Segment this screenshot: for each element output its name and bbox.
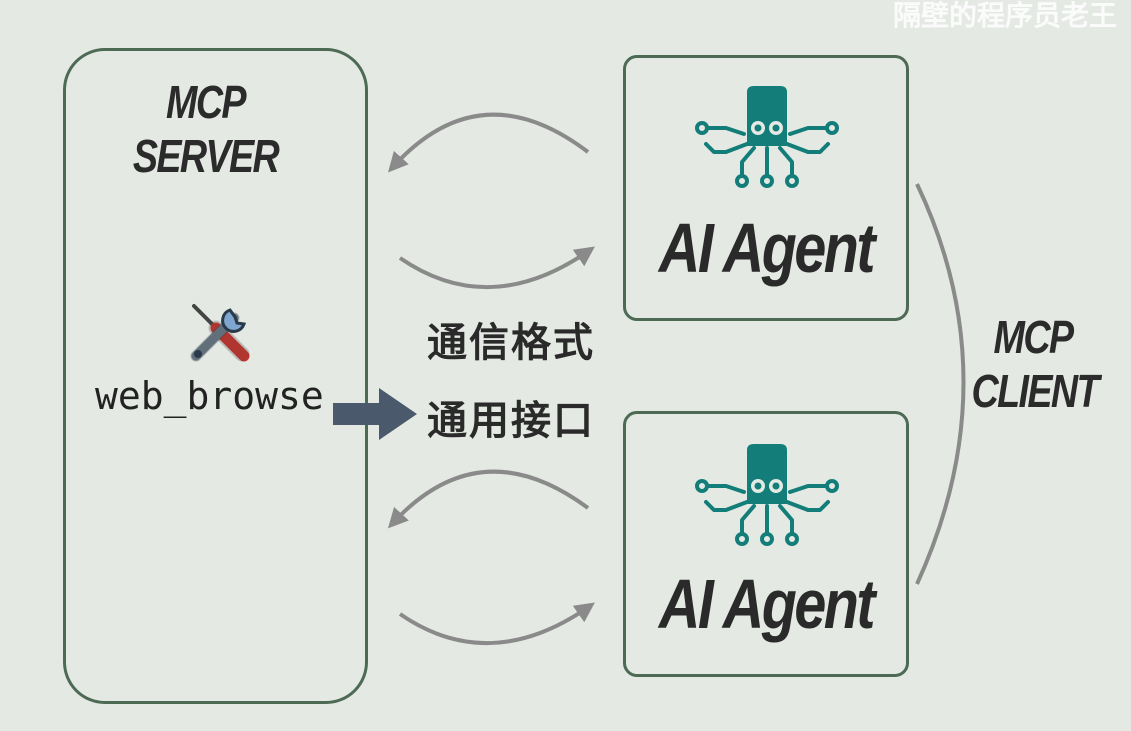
agent-label-2: AI Agent xyxy=(658,565,876,643)
mcp-server-title: MCP SERVER xyxy=(89,75,323,183)
octopus-circuit-icon xyxy=(695,86,839,188)
hammer-wrench-icon xyxy=(190,304,250,362)
agent-label-1: AI Agent xyxy=(658,209,876,287)
tool-name: web_browse xyxy=(95,374,324,418)
mcp-client-label: MCP CLIENT xyxy=(971,310,1100,418)
mcp-server-title-line1: MCP xyxy=(166,76,247,128)
comm-format-label: 通信格式 xyxy=(427,320,595,366)
arrow-agent1-to-server xyxy=(387,112,590,173)
arrow-server-to-agent2 xyxy=(398,602,595,646)
mcp-client-label-line2: CLIENT xyxy=(971,365,1100,417)
arrow-agent2-to-server xyxy=(387,469,590,529)
mcp-client-label-line1: MCP xyxy=(993,311,1075,363)
common-interface-label: 通用接口 xyxy=(427,398,595,444)
octopus-circuit-icon xyxy=(695,444,839,546)
arrow-server-to-agent1 xyxy=(398,246,595,290)
mcp-server-title-line2: SERVER xyxy=(132,130,280,182)
right-arrow-icon xyxy=(333,388,417,440)
client-arc xyxy=(915,183,966,585)
